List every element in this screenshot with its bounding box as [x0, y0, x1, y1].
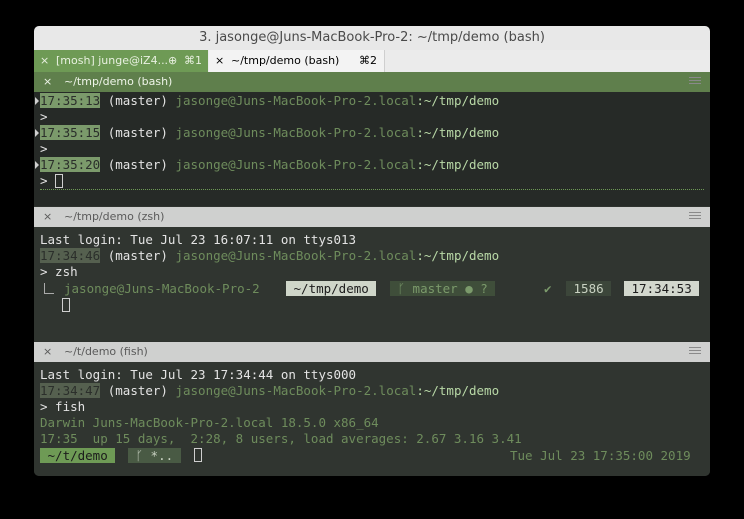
git-branch: (master) — [100, 157, 176, 172]
tab-bash[interactable]: × ~/tmp/demo (bash) ⌘2 — [209, 50, 385, 72]
text-cursor[interactable] — [55, 174, 64, 188]
mark-icon — [35, 97, 39, 105]
last-login: Last login: Tue Jul 23 16:07:11 on ttys0… — [40, 232, 357, 247]
pane-close-icon[interactable]: × — [43, 72, 52, 92]
path: :~/tmp/demo — [416, 125, 500, 140]
pane-output: Last login: Tue Jul 23 16:07:11 on ttys0… — [34, 227, 710, 341]
active-prompt[interactable]: > — [40, 173, 704, 190]
timestamp: 17:34:46 — [40, 248, 101, 263]
fish-prompt-git: ᚴ *.. — [128, 448, 181, 463]
pane-output: 17:35:13 (master) jasonge@Juns-MacBook-P… — [34, 92, 710, 206]
path: :~/tmp/demo — [416, 383, 500, 398]
pane-title: ~/t/demo (fish) — [64, 345, 148, 358]
check-icon: ✔ — [544, 281, 552, 296]
git-branch: (master) — [100, 93, 176, 108]
prompt-char: > — [40, 173, 48, 188]
active-prompt[interactable] — [62, 297, 70, 313]
path: :~/tmp/demo — [416, 93, 500, 108]
pane-header: × ~/tmp/demo (bash) — [34, 72, 710, 92]
globe-icon: ⊕ — [168, 54, 178, 67]
pane-fish[interactable]: × ~/t/demo (fish) Last login: Tue Jul 23… — [34, 342, 710, 476]
pane-grip-icon[interactable] — [689, 77, 701, 86]
window-titlebar: 3. jasonge@Juns-MacBook-Pro-2: ~/tmp/dem… — [34, 26, 710, 50]
active-prompt[interactable] — [194, 447, 202, 463]
mark-icon — [35, 161, 39, 169]
git-branch: (master) — [100, 125, 176, 140]
prompt-line: 17:34:47 (master) jasonge@Juns-MacBook-P… — [40, 383, 499, 399]
prompt-corner-icon — [44, 283, 54, 294]
pane-close-icon[interactable]: × — [43, 342, 52, 362]
pane-title: ~/tmp/demo (zsh) — [64, 210, 165, 223]
zsh-prompt-user: jasonge@Juns-MacBook-Pro-2 — [64, 281, 260, 296]
timestamp: 17:35:13 — [40, 93, 101, 108]
host: jasonge@Juns-MacBook-Pro-2.local — [175, 125, 417, 140]
fish-prompt-path: ~/t/demo — [40, 448, 116, 463]
tab-shortcut: ⌘1 — [184, 54, 202, 67]
command-line: > fish — [40, 399, 86, 414]
host: jasonge@Juns-MacBook-Pro-2.local — [175, 157, 417, 172]
tab-mosh[interactable]: × [mosh] junge@iZ4... ⊕ ⌘1 — [34, 50, 208, 72]
timestamp: 17:35:15 — [40, 125, 101, 140]
tab-close-icon[interactable]: × — [215, 50, 224, 72]
host: jasonge@Juns-MacBook-Pro-2.local — [175, 93, 417, 108]
pane-output: Last login: Tue Jul 23 17:34:44 on ttys0… — [34, 362, 710, 476]
host: jasonge@Juns-MacBook-Pro-2.local — [175, 383, 417, 398]
prompt-char: > — [40, 141, 48, 156]
window-title: 3. jasonge@Juns-MacBook-Pro-2: ~/tmp/dem… — [199, 30, 545, 45]
text-cursor[interactable] — [62, 298, 70, 312]
zsh-prompt-count: 1586 — [566, 281, 612, 296]
command-line: > zsh — [40, 264, 78, 279]
prompt-line: 17:35:13 (master) jasonge@Juns-MacBook-P… — [40, 93, 499, 109]
last-login: Last login: Tue Jul 23 17:34:44 on ttys0… — [40, 367, 357, 382]
timestamp: 17:34:47 — [40, 383, 101, 398]
pane-close-icon[interactable]: × — [43, 207, 52, 227]
tab-bar: × [mosh] junge@iZ4... ⊕ ⌘1 × ~/tmp/demo … — [34, 50, 710, 72]
tab-label: [mosh] junge@iZ4... — [56, 54, 169, 67]
prompt-char: > — [40, 109, 48, 124]
mark-icon — [35, 129, 39, 137]
pane-zsh[interactable]: × ~/tmp/demo (zsh) Last login: Tue Jul 2… — [34, 207, 710, 341]
text-cursor[interactable] — [194, 448, 202, 462]
prompt-line: 17:34:46 (master) jasonge@Juns-MacBook-P… — [40, 248, 499, 264]
pane-header: × ~/tmp/demo (zsh) — [34, 207, 710, 227]
pane-grip-icon[interactable] — [689, 347, 701, 356]
zsh-prompt-path: ~/tmp/demo — [286, 281, 377, 296]
pane-grip-icon[interactable] — [689, 212, 701, 221]
right-prompt-date: Tue Jul 23 17:35:00 2019 — [510, 448, 691, 463]
pane-title: ~/tmp/demo (bash) — [64, 75, 173, 88]
pane-bash[interactable]: × ~/tmp/demo (bash) 17:35:13 (master) ja… — [34, 72, 710, 206]
tab-label: ~/tmp/demo (bash) — [231, 54, 340, 67]
tab-shortcut: ⌘2 — [359, 54, 377, 67]
git-branch: (master) — [100, 383, 176, 398]
uptime-info: 17:35 up 15 days, 2:28, 8 users, load av… — [40, 431, 522, 446]
host: jasonge@Juns-MacBook-Pro-2.local — [175, 248, 417, 263]
git-branch: (master) — [100, 248, 176, 263]
pane-header: × ~/t/demo (fish) — [34, 342, 710, 362]
zsh-prompt-git: ᚴ master ● ? — [390, 281, 496, 296]
path: :~/tmp/demo — [416, 157, 500, 172]
system-info: Darwin Juns-MacBook-Pro-2.local 18.5.0 x… — [40, 415, 379, 430]
tab-close-icon[interactable]: × — [40, 50, 49, 72]
path: :~/tmp/demo — [416, 248, 500, 263]
terminal-window: 3. jasonge@Juns-MacBook-Pro-2: ~/tmp/dem… — [34, 26, 710, 476]
prompt-line: 17:35:15 (master) jasonge@Juns-MacBook-P… — [40, 125, 499, 141]
prompt-line: 17:35:20 (master) jasonge@Juns-MacBook-P… — [40, 157, 499, 173]
zsh-prompt-time: 17:34:53 — [624, 281, 700, 296]
timestamp: 17:35:20 — [40, 157, 101, 172]
